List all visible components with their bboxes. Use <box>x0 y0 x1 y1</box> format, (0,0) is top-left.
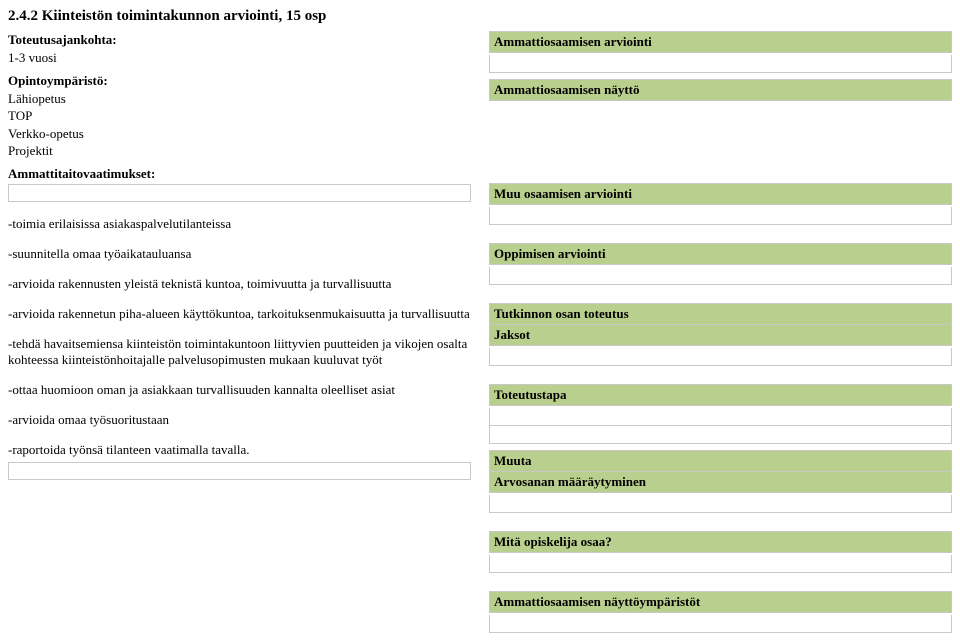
opintoymparisto-label: Opintoympäristö: <box>8 72 471 90</box>
section-header: Muu osaamisen arviointi <box>489 183 952 205</box>
empty-cell <box>8 184 471 202</box>
section-header: Tutkinnon osan toteutus <box>489 303 952 325</box>
section-header: Ammattiosaamisen näyttö <box>489 79 952 101</box>
section-header: Jaksot <box>489 325 952 346</box>
requirement-item: -suunnitella omaa työaikatauluansa <box>8 246 471 262</box>
empty-cell <box>489 495 952 513</box>
toteutusajankohta-label: Toteutusajankohta: <box>8 31 471 49</box>
empty-cell <box>489 207 952 225</box>
section-header: Muuta <box>489 450 952 472</box>
opintoymparisto-item: Projektit <box>8 142 471 160</box>
requirement-item: -arvioida rakennetun piha-alueen käyttök… <box>8 306 471 322</box>
requirement-item: -raportoida työnsä tilanteen vaatimalla … <box>8 442 471 458</box>
section-title: 2.4.2 Kiinteistön toimintakunnon arvioin… <box>8 8 952 25</box>
empty-cell <box>489 267 952 285</box>
requirement-item: -arvioida rakennusten yleistä teknistä k… <box>8 276 471 292</box>
section-header: Ammattiosaamisen näyttöympäristöt <box>489 591 952 613</box>
right-column: Ammattiosaamisen arviointi Ammattiosaami… <box>489 31 952 633</box>
empty-cell <box>489 555 952 573</box>
requirement-item: -arvioida omaa työsuoritustaan <box>8 412 471 428</box>
opintoymparisto-item: Lähiopetus <box>8 90 471 108</box>
section-header: Oppimisen arviointi <box>489 243 952 265</box>
toteutusajankohta-value: 1-3 vuosi <box>8 49 471 67</box>
opintoymparisto-items: Lähiopetus TOP Verkko-opetus Projektit <box>8 90 471 160</box>
empty-cell <box>489 55 952 73</box>
requirement-item: -toimia erilaisissa asiakaspalvelutilant… <box>8 216 471 232</box>
requirement-item: -ottaa huomioon oman ja asiakkaan turval… <box>8 382 471 398</box>
empty-cell <box>8 462 471 480</box>
empty-cell <box>489 408 952 426</box>
empty-cell <box>489 615 952 633</box>
section-header: Ammattiosaamisen arviointi <box>489 31 952 53</box>
section-header: Mitä opiskelija osaa? <box>489 531 952 553</box>
opintoymparisto-item: TOP <box>8 107 471 125</box>
section-header: Arvosanan määräytyminen <box>489 472 952 493</box>
ammattitaito-label: Ammattitaitovaatimukset: <box>8 166 471 182</box>
opintoymparisto-item: Verkko-opetus <box>8 125 471 143</box>
requirement-item: -tehdä havaitsemiensa kiinteistön toimin… <box>8 336 471 368</box>
left-column: Toteutusajankohta: 1-3 vuosi Opintoympär… <box>8 31 471 633</box>
empty-cell <box>489 426 952 444</box>
empty-cell <box>489 348 952 366</box>
two-column-grid: Toteutusajankohta: 1-3 vuosi Opintoympär… <box>8 31 952 633</box>
section-header: Toteutustapa <box>489 384 952 406</box>
